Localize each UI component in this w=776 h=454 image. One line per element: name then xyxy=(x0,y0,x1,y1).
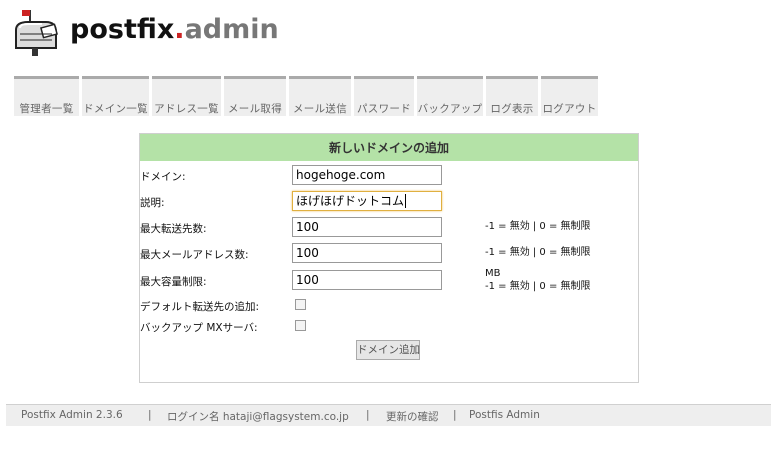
description-input[interactable]: ほげほげドットコム xyxy=(292,191,442,211)
footer-home-link[interactable]: Postfis Admin xyxy=(469,409,540,421)
menu-backup[interactable]: バックアップ xyxy=(417,76,483,116)
menu-logout[interactable]: ログアウト xyxy=(541,76,598,116)
menu-fetch-mail[interactable]: メール取得 xyxy=(224,76,286,116)
max-quota-label: 最大容量制限: xyxy=(140,276,207,288)
logo-text-admin: admin xyxy=(184,14,279,45)
max-mailboxes-input-value: 100 xyxy=(296,246,319,260)
logo-text: postfix.admin xyxy=(70,14,279,45)
default-aliases-checkbox[interactable] xyxy=(295,299,306,310)
max-aliases-input-value: 100 xyxy=(296,220,319,234)
max-quota-input[interactable]: 100 xyxy=(292,270,442,290)
add-domain-form: 新しいドメインの追加 ドメイン: hogehoge.com 説明: ほげほげドッ… xyxy=(139,133,639,383)
max-quota-input-value: 100 xyxy=(296,273,319,287)
menu-admin-list[interactable]: 管理者一覧 xyxy=(14,76,79,116)
footer-check-updates-link[interactable]: 更新の確認 xyxy=(386,409,439,424)
mailbox-icon xyxy=(15,10,58,56)
domain-input[interactable]: hogehoge.com xyxy=(292,165,442,185)
domain-label: ドメイン: xyxy=(140,171,186,183)
max-mailboxes-input[interactable]: 100 xyxy=(292,243,442,263)
menu-view-log[interactable]: ログ表示 xyxy=(486,76,538,116)
menu-password[interactable]: パスワード xyxy=(354,76,414,116)
add-domain-button[interactable]: ドメイン追加 xyxy=(356,340,420,360)
footer-separator: | xyxy=(148,409,152,421)
menu-address-list[interactable]: アドレス一覧 xyxy=(152,76,221,116)
footer-version-link[interactable]: Postfix Admin 2.3.6 xyxy=(21,409,123,421)
description-label: 説明: xyxy=(140,197,165,209)
max-mailboxes-label: 最大メールアドレス数: xyxy=(140,249,249,261)
domain-input-value: hogehoge.com xyxy=(296,168,386,182)
footer: Postfix Admin 2.3.6 | ログイン名 hataji@flags… xyxy=(6,404,771,426)
max-aliases-hint: -1 = 無効 | 0 = 無制限 xyxy=(485,221,591,232)
max-quota-unit: MB xyxy=(485,268,501,279)
max-quota-hint: -1 = 無効 | 0 = 無制限 xyxy=(485,281,591,292)
max-aliases-input[interactable]: 100 xyxy=(292,217,442,237)
logo-text-postfix: postfix xyxy=(70,14,175,45)
default-aliases-label: デフォルト転送先の追加: xyxy=(140,301,260,313)
max-mailboxes-hint: -1 = 無効 | 0 = 無制限 xyxy=(485,247,591,258)
max-aliases-label: 最大転送先数: xyxy=(140,223,207,235)
text-caret xyxy=(405,194,407,208)
backup-mx-checkbox[interactable] xyxy=(295,320,306,331)
logo-text-dot: . xyxy=(174,14,185,45)
backup-mx-label: バックアップ MXサーバ: xyxy=(140,322,258,334)
footer-separator: | xyxy=(366,409,370,421)
footer-separator: | xyxy=(453,409,457,421)
menu-domain-list[interactable]: ドメイン一覧 xyxy=(82,76,149,116)
footer-login-info: ログイン名 hataji@flagsystem.co.jp xyxy=(167,411,349,423)
form-title: 新しいドメインの追加 xyxy=(140,134,638,161)
menu-send-mail[interactable]: メール送信 xyxy=(289,76,351,116)
description-input-value: ほげほげドットコム xyxy=(296,194,405,208)
